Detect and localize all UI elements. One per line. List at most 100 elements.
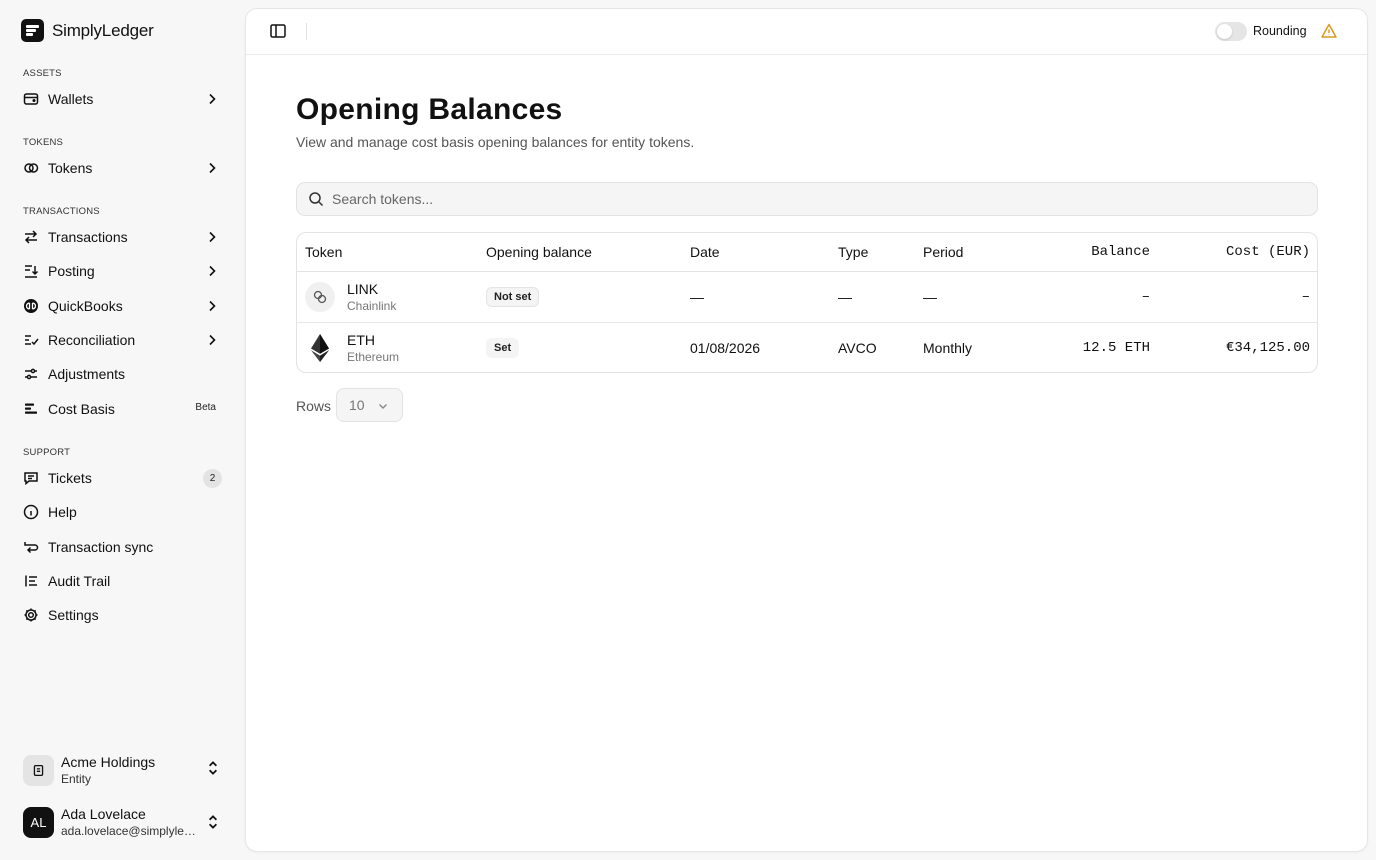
chevron-down-icon	[379, 404, 387, 409]
chevron-right-icon	[209, 334, 216, 346]
status-badge[interactable]: Not set	[486, 287, 540, 307]
column-header-period[interactable]: Period	[923, 233, 963, 271]
warning-icon[interactable]	[1320, 22, 1338, 40]
org-type: Entity	[61, 772, 92, 786]
sidebar: SimplyLedger ASSETS Wallets TOKENS Token…	[0, 0, 244, 860]
search-input[interactable]	[332, 191, 1292, 207]
sidebar-item-label: Transactions	[48, 229, 128, 245]
sync-arrow-icon	[23, 539, 39, 555]
sidebar-item-label: Cost Basis	[48, 401, 115, 417]
cost-cell: –	[1301, 289, 1310, 305]
sidebar-item-label: Audit Trail	[48, 573, 111, 589]
column-header-cost[interactable]: Cost (EUR)	[1177, 233, 1310, 271]
sidebar-item-transactions[interactable]: Transactions	[14, 222, 230, 252]
sliders-icon	[23, 366, 39, 382]
sidebar-item-tickets[interactable]: Tickets 2	[14, 463, 230, 493]
column-header-token[interactable]: Token	[305, 233, 342, 271]
token-cell: LINK Chainlink	[305, 272, 396, 322]
page-title: Opening Balances	[296, 93, 563, 126]
date-cell: 01/08/2026	[690, 340, 761, 356]
column-header-date[interactable]: Date	[690, 233, 720, 271]
list-check-icon	[23, 332, 39, 348]
ethereum-icon	[305, 333, 335, 363]
rows-per-page-label: Rows	[296, 398, 332, 414]
table-header: Token Opening balance Date Type Period B…	[297, 233, 1317, 272]
wallet-icon	[23, 91, 39, 107]
sidebar-item-label: Tokens	[48, 160, 93, 176]
list-arrow-down-icon	[23, 263, 39, 279]
main-panel: Rounding Opening Balances View and manag…	[245, 8, 1368, 852]
period-cell: —	[923, 289, 937, 305]
bars-icon	[23, 401, 39, 417]
opening-balances-table: Token Opening balance Date Type Period B…	[296, 232, 1318, 373]
user-email: ada.lovelace@simplyled...	[61, 824, 198, 838]
chevron-right-icon	[209, 300, 216, 312]
status-badge[interactable]: Set	[486, 338, 520, 358]
rounding-label: Rounding	[1253, 24, 1307, 38]
coins-icon	[23, 160, 39, 176]
table-row[interactable]: ETH Ethereum Set 01/08/2026 AVCO Monthly…	[297, 323, 1317, 372]
org-name: Acme Holdings	[61, 754, 156, 770]
section-label-assets: ASSETS	[23, 68, 62, 79]
brand-logo-icon	[21, 19, 44, 42]
quickbooks-icon	[23, 298, 39, 314]
table-row[interactable]: LINK Chainlink Not set — — — – –	[297, 272, 1317, 323]
date-cell: —	[690, 289, 704, 305]
sidebar-item-reconciliation[interactable]: Reconciliation	[14, 325, 230, 355]
user-name: Ada Lovelace	[61, 806, 146, 822]
user-menu[interactable]: AL Ada Lovelace ada.lovelace@simplyled..…	[23, 804, 229, 840]
brand[interactable]: SimplyLedger	[21, 19, 154, 42]
column-header-type[interactable]: Type	[838, 233, 868, 271]
chevron-right-icon	[209, 231, 216, 243]
sidebar-item-adjustments[interactable]: Adjustments	[14, 359, 230, 389]
period-cell: Monthly	[923, 340, 973, 356]
sidebar-toggle-icon[interactable]	[269, 22, 287, 40]
rows-per-page-value: 10	[349, 397, 365, 413]
balance-cell: –	[1141, 289, 1150, 305]
chevrons-up-down-icon	[208, 815, 218, 829]
brand-name: SimplyLedger	[52, 20, 154, 40]
sidebar-item-label: Transaction sync	[48, 539, 154, 555]
chevron-right-icon	[209, 93, 216, 105]
chevrons-up-down-icon	[208, 761, 218, 775]
section-label-support: SUPPORT	[23, 447, 71, 458]
info-circle-icon	[23, 504, 39, 520]
token-symbol: LINK	[347, 281, 379, 297]
sidebar-item-settings[interactable]: Settings	[14, 600, 230, 630]
column-header-opening-balance[interactable]: Opening balance	[486, 233, 592, 271]
opening-balance-cell: Set	[486, 323, 520, 372]
sidebar-item-cost-basis[interactable]: Cost Basis Beta	[14, 394, 230, 424]
column-header-balance[interactable]: Balance	[1057, 233, 1150, 271]
sidebar-item-posting[interactable]: Posting	[14, 256, 230, 286]
sidebar-item-audit-trail[interactable]: Audit Trail	[14, 566, 230, 596]
rows-per-page-select[interactable]: 10	[336, 388, 403, 422]
sidebar-item-label: Settings	[48, 607, 99, 623]
divider	[306, 23, 307, 40]
sidebar-item-transaction-sync[interactable]: Transaction sync	[14, 532, 230, 562]
sidebar-item-label: Reconciliation	[48, 332, 136, 348]
token-name: Chainlink	[347, 299, 397, 313]
type-cell: AVCO	[838, 340, 877, 356]
type-cell: —	[838, 289, 852, 305]
chevron-right-icon	[209, 162, 216, 174]
org-switcher[interactable]: Acme Holdings Entity	[23, 750, 229, 790]
sidebar-item-help[interactable]: Help	[14, 497, 230, 527]
sidebar-item-tokens[interactable]: Tokens	[14, 153, 230, 183]
sidebar-item-wallets[interactable]: Wallets	[14, 84, 230, 114]
section-label-transactions: TRANSACTIONS	[23, 206, 100, 217]
sidebar-item-quickbooks[interactable]: QuickBooks	[14, 291, 230, 321]
chevron-right-icon	[209, 265, 216, 277]
building-icon	[23, 754, 54, 786]
page-subtitle: View and manage cost basis opening balan…	[296, 134, 695, 150]
toggle-knob	[1217, 24, 1232, 39]
topbar: Rounding	[246, 9, 1367, 55]
gear-icon	[23, 607, 39, 623]
arrows-swap-icon	[23, 229, 39, 245]
chainlink-icon	[305, 282, 335, 312]
balance-cell: 12.5 ETH	[1082, 340, 1150, 356]
rounding-toggle[interactable]	[1215, 22, 1247, 41]
search-bar[interactable]	[296, 182, 1318, 216]
sidebar-item-label: Adjustments	[48, 366, 126, 382]
sidebar-item-label: Posting	[48, 263, 95, 279]
token-symbol: ETH	[347, 332, 375, 348]
